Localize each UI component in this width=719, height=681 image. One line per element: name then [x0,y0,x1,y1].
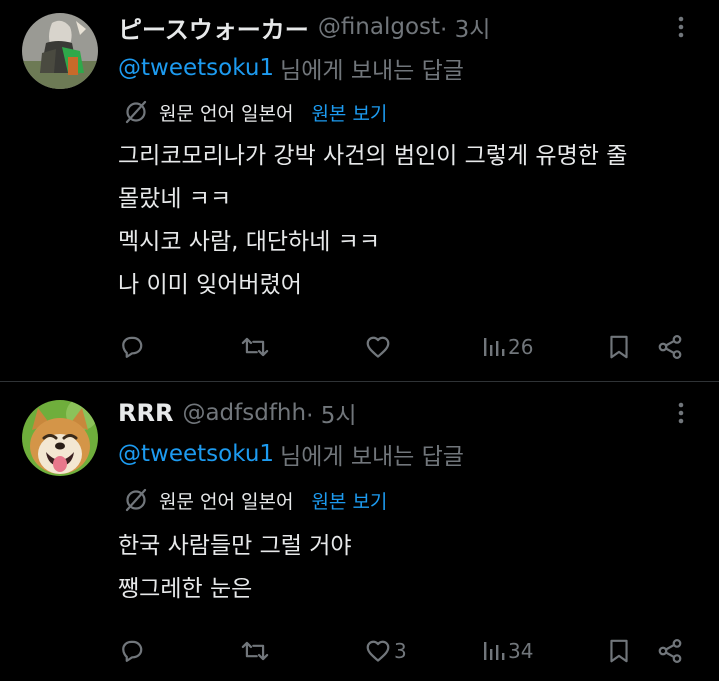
views-button[interactable]: 34 [482,635,533,667]
retweet-icon [241,641,269,661]
tweet-text-line: 멕시코 사람, 대단하네 ㅋㅋ [118,229,381,255]
tweet-text: 한국 사람들만 그럴 거야 쨍그레한 눈은 [118,525,698,611]
bookmark-icon [610,639,628,663]
timestamp[interactable]: · 5시 [306,396,356,430]
tweet-1[interactable]: ピースウォーカー @finalgost · 3시 @tweetsoku1 님에게… [0,0,719,381]
tweet-2[interactable]: RRR @adfsdfhh · 5시 @tweetsoku1 님에게 보내는 답… [0,382,719,681]
more-options-button[interactable] [668,11,694,43]
view-count: 26 [508,335,534,359]
replying-to: @tweetsoku1 님에게 보내는 답글 [118,52,464,84]
reply-icon [122,336,143,358]
display-name[interactable]: RRR [118,399,173,427]
tweet-actions: 3 34 [118,635,698,667]
heart-icon [366,640,390,662]
share-button[interactable] [656,331,684,363]
share-button[interactable] [656,635,684,667]
tweet-header: ピースウォーカー @finalgost · 3시 [118,10,490,45]
show-original-link[interactable]: 원본 보기 [311,99,387,126]
display-name[interactable]: ピースウォーカー [118,10,309,45]
retweet-icon [241,337,269,357]
heart-icon [366,336,390,358]
more-vertical-icon [678,16,684,38]
like-button[interactable] [364,331,394,363]
more-options-button[interactable] [668,397,694,429]
reply-label: 님에게 보내는 답글 [280,444,464,470]
tweet-text-line: 몰랐네 ㅋㅋ [118,186,232,212]
avatar[interactable] [22,400,98,476]
tweet-text-line: 나 이미 잊어버렸어 [118,272,302,298]
translate-icon [123,487,149,513]
like-button[interactable]: 3 [364,635,407,667]
view-count: 34 [508,639,534,663]
retweet-button[interactable] [240,635,272,667]
translation-source-language: 원문 언어 일본어 [159,102,294,125]
tweet-text-line: 한국 사람들만 그럴 거야 [118,533,352,559]
user-handle[interactable]: @finalgost [318,14,440,40]
share-icon [658,639,682,663]
bookmark-button[interactable] [606,635,632,667]
translation-bar: 원문 언어 일본어 원본 보기 [123,485,387,515]
translation-source-language: 원문 언어 일본어 [159,490,294,513]
user-handle[interactable]: @adfsdfhh [182,400,306,426]
timestamp[interactable]: · 3시 [440,10,490,44]
tweet-text-line: 쨍그레한 눈은 [118,576,253,602]
reply-button[interactable] [118,635,148,667]
views-bar-icon [484,338,505,356]
reply-label: 님에게 보내는 답글 [280,58,464,84]
bookmark-icon [610,335,628,359]
tweet-text: 그리코모리나가 강박 사건의 범인이 그렇게 유명한 줄 몰랐네 ㅋㅋ 멕시코 … [118,135,698,307]
retweet-button[interactable] [240,331,272,363]
bookmark-button[interactable] [606,331,632,363]
show-original-link[interactable]: 원본 보기 [311,487,387,514]
replying-to: @tweetsoku1 님에게 보내는 답글 [118,438,464,470]
more-vertical-icon [678,402,684,424]
views-bar-icon [484,642,505,660]
reply-mention-link[interactable]: @tweetsoku1 [118,441,274,467]
translation-bar: 원문 언어 일본어 원본 보기 [123,97,387,127]
share-icon [658,335,682,359]
like-count: 3 [394,639,407,663]
reply-icon [122,640,143,662]
tweet-actions: 26 [118,331,698,363]
reply-mention-link[interactable]: @tweetsoku1 [118,55,274,81]
tweet-header: RRR @adfsdfhh · 5시 [118,397,357,429]
views-button[interactable]: 26 [482,331,533,363]
tweet-text-line: 그리코모리나가 강박 사건의 범인이 그렇게 유명한 줄 [118,143,628,169]
avatar[interactable] [22,13,98,89]
translate-icon [123,99,149,125]
reply-button[interactable] [118,331,148,363]
